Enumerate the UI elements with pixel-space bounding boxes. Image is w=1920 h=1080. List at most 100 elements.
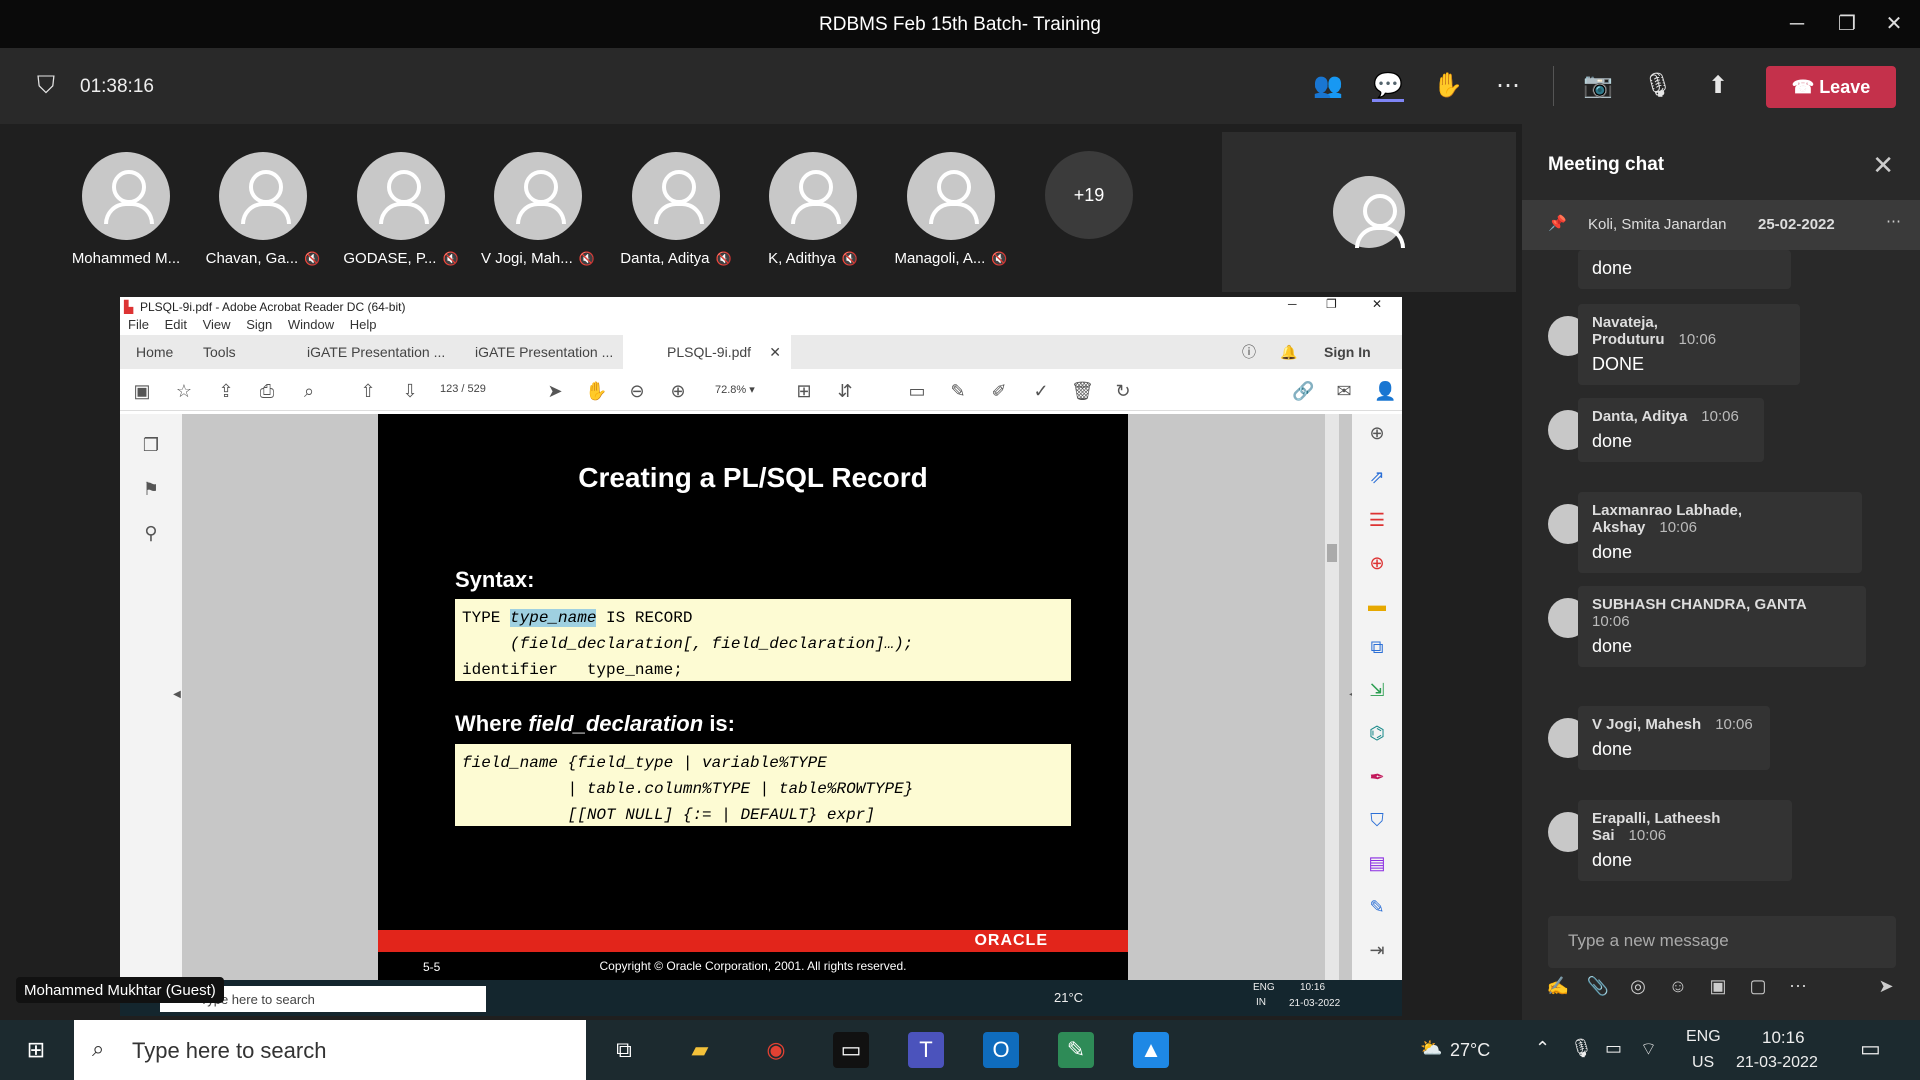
- fit-page-icon[interactable]: ⊞: [793, 380, 815, 402]
- leave-button[interactable]: ☎ Leave: [1766, 66, 1896, 108]
- participant-tile[interactable]: K, Adithya 🔇: [743, 152, 883, 267]
- format-icon[interactable]: ✍: [1544, 976, 1572, 997]
- participant-tile[interactable]: Danta, Aditya 🔇: [606, 152, 746, 267]
- teams-icon[interactable]: T: [908, 1032, 944, 1068]
- reactions-icon[interactable]: ✋: [1432, 70, 1464, 102]
- terminal-icon[interactable]: ▭: [833, 1032, 869, 1068]
- chat-icon[interactable]: 💬: [1372, 70, 1404, 102]
- notepad-icon[interactable]: ✎: [1058, 1032, 1094, 1068]
- close-tab-icon[interactable]: ✕: [769, 335, 781, 369]
- print-icon[interactable]: ⎙: [256, 380, 278, 402]
- expand-panel-icon[interactable]: ⇥: [1366, 939, 1388, 961]
- attachment-icon[interactable]: ⚲: [140, 522, 162, 544]
- sticker-icon[interactable]: ▢: [1744, 976, 1772, 997]
- outlook-icon[interactable]: O: [983, 1032, 1019, 1068]
- select-cursor-icon[interactable]: ➤: [544, 380, 566, 402]
- zoom-out-search-icon[interactable]: ⌕: [298, 380, 320, 402]
- attach-icon[interactable]: 📎: [1584, 976, 1612, 997]
- file-explorer-icon[interactable]: ▰: [682, 1032, 718, 1068]
- zoom-select[interactable]: 72.8% ▾: [715, 383, 755, 396]
- chat-message[interactable]: Navateja, Produturu 10:06 DONE: [1578, 304, 1800, 385]
- bookmark-icon[interactable]: ⚑: [140, 478, 162, 500]
- sign-in-button[interactable]: Sign In: [1324, 335, 1371, 369]
- combine-files-icon[interactable]: ⧉: [1366, 636, 1388, 658]
- tab-document-active[interactable]: PLSQL-9i.pdf ✕: [623, 335, 791, 369]
- scroll-mode-icon[interactable]: ⇵: [834, 380, 856, 402]
- pinned-message[interactable]: 📌 Koli, Smita Janardan 25-02-2022 ⋯: [1522, 200, 1920, 250]
- participant-tile[interactable]: Mohammed M...: [56, 152, 196, 267]
- organize-pages-icon[interactable]: ☰: [1366, 509, 1388, 531]
- zoom-out-icon[interactable]: ⊖: [626, 380, 648, 402]
- restore-icon[interactable]: ❐: [1326, 297, 1337, 311]
- save-icon[interactable]: ▣: [131, 380, 153, 402]
- tab-document[interactable]: iGATE Presentation ...: [287, 335, 455, 369]
- photos-icon[interactable]: ▲: [1133, 1032, 1169, 1068]
- wifi-icon[interactable]: ⌔: [1640, 1038, 1657, 1061]
- help-icon[interactable]: ⓘ: [1242, 335, 1256, 369]
- more-participants-button[interactable]: +19: [1045, 151, 1133, 239]
- chat-message[interactable]: done: [1578, 250, 1791, 289]
- menu-window[interactable]: Window: [288, 317, 334, 332]
- emoji-icon[interactable]: ☺: [1664, 976, 1692, 997]
- close-icon[interactable]: ✕: [1372, 297, 1382, 311]
- chat-message[interactable]: Danta, Aditya 10:06 done: [1578, 398, 1764, 462]
- participant-tile[interactable]: GODASE, P... 🔇: [331, 152, 471, 267]
- clock-time[interactable]: 10:16: [1762, 1028, 1805, 1048]
- gif-icon[interactable]: ▣: [1704, 976, 1732, 997]
- camera-off-icon[interactable]: 📷: [1582, 70, 1614, 102]
- tab-document[interactable]: iGATE Presentation ...: [455, 335, 623, 369]
- chat-message[interactable]: V Jogi, Mahesh 10:06 done: [1578, 706, 1770, 770]
- share-user-icon[interactable]: 👤: [1374, 380, 1396, 402]
- minimize-icon[interactable]: ─: [1785, 12, 1809, 36]
- menu-view[interactable]: View: [203, 317, 231, 332]
- chat-message[interactable]: Laxmanrao Labhade, Akshay 10:06 done: [1578, 492, 1862, 573]
- close-chat-icon[interactable]: ✕: [1872, 150, 1894, 181]
- menu-file[interactable]: File: [128, 317, 149, 332]
- battery-icon[interactable]: ▭: [1605, 1038, 1622, 1059]
- page-number-input[interactable]: 123: [440, 383, 458, 395]
- upload-icon[interactable]: ⇪: [215, 380, 237, 402]
- microphone-icon[interactable]: 🎙: [1570, 1038, 1593, 1059]
- stamp-icon[interactable]: ✓: [1030, 380, 1052, 402]
- export-pdf-icon[interactable]: ⇗: [1366, 466, 1388, 488]
- scrollbar-thumb[interactable]: [1327, 544, 1337, 562]
- page-down-icon[interactable]: ⇩: [399, 380, 421, 402]
- restore-icon[interactable]: ❐: [1835, 12, 1859, 36]
- draw-icon[interactable]: ✐: [988, 380, 1010, 402]
- share-screen-icon[interactable]: ⬆: [1702, 70, 1734, 102]
- send-icon[interactable]: ➤: [1872, 976, 1900, 997]
- pages-icon[interactable]: ❐: [140, 434, 162, 456]
- participant-tile[interactable]: Managoli, A... 🔇: [881, 152, 1021, 267]
- chat-message[interactable]: Erapalli, Latheesh Sai 10:06 done: [1578, 800, 1792, 881]
- task-view-icon[interactable]: ⧉: [606, 1032, 642, 1068]
- zoom-in-icon[interactable]: ⊕: [667, 380, 689, 402]
- tab-tools[interactable]: Tools: [203, 335, 236, 369]
- link-icon[interactable]: 🔗: [1292, 380, 1314, 402]
- menu-edit[interactable]: Edit: [165, 317, 187, 332]
- region[interactable]: US: [1692, 1054, 1714, 1072]
- page-up-icon[interactable]: ⇧: [357, 380, 379, 402]
- scan-icon[interactable]: ⌬: [1366, 722, 1388, 744]
- scrollbar[interactable]: [1325, 414, 1339, 980]
- star-icon[interactable]: ☆: [173, 380, 195, 402]
- comment-icon[interactable]: ▭: [906, 380, 928, 402]
- hand-tool-icon[interactable]: ✋: [585, 380, 607, 402]
- close-icon[interactable]: ✕: [1882, 12, 1906, 36]
- more-options-icon[interactable]: ⋯: [1492, 70, 1524, 102]
- compress-icon[interactable]: ⇲: [1366, 679, 1388, 701]
- participant-tile[interactable]: V Jogi, Mah... 🔇: [468, 152, 608, 267]
- compose-message-input[interactable]: Type a new message: [1548, 916, 1896, 968]
- taskbar-search-box[interactable]: ⌕ Type here to search: [74, 1020, 586, 1080]
- create-pdf-icon[interactable]: ⊕: [1366, 552, 1388, 574]
- more-actions-icon[interactable]: ⋯: [1784, 976, 1812, 997]
- zoom-search-icon[interactable]: ⊕: [1366, 422, 1388, 444]
- people-icon[interactable]: 👥: [1312, 70, 1344, 102]
- clock-date[interactable]: 21-03-2022: [1736, 1054, 1818, 1072]
- email-icon[interactable]: ✉: [1333, 380, 1355, 402]
- language[interactable]: ENG: [1686, 1028, 1721, 1046]
- protect-icon[interactable]: ⛉: [1366, 809, 1388, 831]
- comment-tool-icon[interactable]: ▬: [1366, 594, 1388, 616]
- more-options-icon[interactable]: ⋯: [1886, 212, 1901, 230]
- notifications-icon[interactable]: ▭: [1860, 1036, 1881, 1062]
- minimize-icon[interactable]: ─: [1288, 297, 1297, 311]
